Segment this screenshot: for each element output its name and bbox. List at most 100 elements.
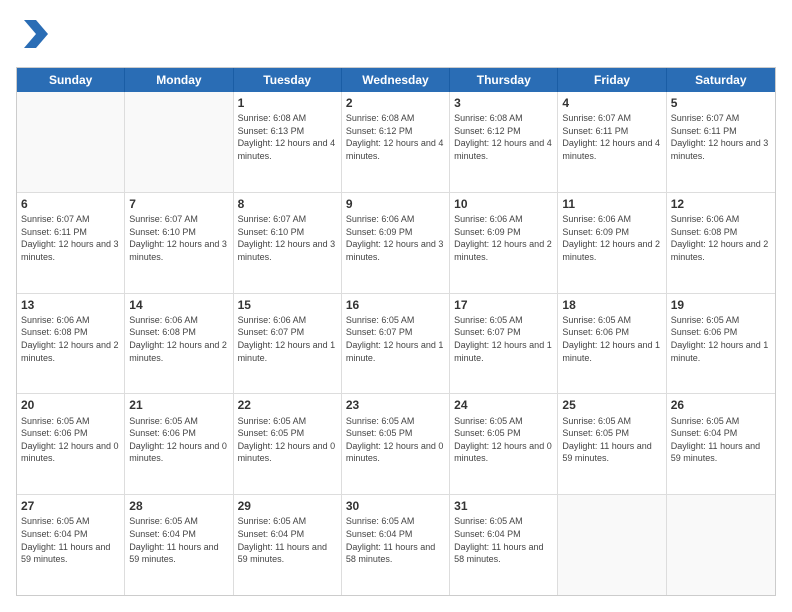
calendar-day-cell: 16Sunrise: 6:05 AM Sunset: 6:07 PM Dayli… xyxy=(342,294,450,394)
day-number: 19 xyxy=(671,297,771,313)
page: SundayMondayTuesdayWednesdayThursdayFrid… xyxy=(0,0,792,612)
day-number: 9 xyxy=(346,196,445,212)
day-number: 15 xyxy=(238,297,337,313)
day-info: Sunrise: 6:06 AM Sunset: 6:09 PM Dayligh… xyxy=(562,213,661,263)
day-info: Sunrise: 6:05 AM Sunset: 6:05 PM Dayligh… xyxy=(562,415,661,465)
calendar-row: 20 Sunrise: 6:05 AM Sunset: 6:06 PM Dayli… xyxy=(17,393,775,494)
day-number: 21 xyxy=(129,397,228,413)
day-number: 10 xyxy=(454,196,553,212)
logo xyxy=(16,16,56,57)
weekday-header: Monday xyxy=(125,68,233,92)
day-info: Sunrise: 6:05 AM Sunset: 6:06 PM Dayligh… xyxy=(562,314,661,364)
day-number: 31 xyxy=(454,498,553,514)
calendar-day-cell: 18Sunrise: 6:05 AM Sunset: 6:06 PM Dayli… xyxy=(558,294,666,394)
calendar-day-cell: 29Sunrise: 6:05 AM Sunset: 6:04 PM Dayli… xyxy=(234,495,342,595)
day-info: Sunrise: 6:08 AM Sunset: 6:12 PM Dayligh… xyxy=(346,112,445,162)
day-number: 26 xyxy=(671,397,771,413)
calendar-day-cell: 31Sunrise: 6:05 AM Sunset: 6:04 PM Dayli… xyxy=(450,495,558,595)
day-info: Sunrise: 6:06 AM Sunset: 6:09 PM Dayligh… xyxy=(346,213,445,263)
day-number: 13 xyxy=(21,297,120,313)
calendar-day-cell: 11Sunrise: 6:06 AM Sunset: 6:09 PM Dayli… xyxy=(558,193,666,293)
calendar-body: 1Sunrise: 6:08 AM Sunset: 6:13 PM Daylig… xyxy=(17,92,775,595)
day-number: 17 xyxy=(454,297,553,313)
calendar-day-cell: 19Sunrise: 6:05 AM Sunset: 6:06 PM Dayli… xyxy=(667,294,775,394)
calendar-day-cell: 4Sunrise: 6:07 AM Sunset: 6:11 PM Daylig… xyxy=(558,92,666,192)
day-number: 2 xyxy=(346,95,445,111)
weekday-header: Wednesday xyxy=(342,68,450,92)
calendar-day-cell: 7Sunrise: 6:07 AM Sunset: 6:10 PM Daylig… xyxy=(125,193,233,293)
logo-icon xyxy=(16,16,52,52)
calendar-day-cell: 24 Sunrise: 6:05 AM Sunset: 6:05 PM Dayli… xyxy=(450,394,558,494)
day-info: Sunrise: 6:05 AM Sunset: 6:04 PM Dayligh… xyxy=(454,515,553,565)
calendar-day-cell: 9Sunrise: 6:06 AM Sunset: 6:09 PM Daylig… xyxy=(342,193,450,293)
calendar-day-cell: 8Sunrise: 6:07 AM Sunset: 6:10 PM Daylig… xyxy=(234,193,342,293)
calendar-day-cell: 28Sunrise: 6:05 AM Sunset: 6:04 PM Dayli… xyxy=(125,495,233,595)
calendar: SundayMondayTuesdayWednesdayThursdayFrid… xyxy=(16,67,776,596)
day-number: 8 xyxy=(238,196,337,212)
day-info: Sunrise: 6:08 AM Sunset: 6:13 PM Dayligh… xyxy=(238,112,337,162)
calendar-empty-cell xyxy=(558,495,666,595)
day-number: 1 xyxy=(238,95,337,111)
weekday-header: Thursday xyxy=(450,68,558,92)
day-info: Sunrise: 6:07 AM Sunset: 6:11 PM Dayligh… xyxy=(671,112,771,162)
day-number: 20 xyxy=(21,397,120,413)
calendar-row: 27Sunrise: 6:05 AM Sunset: 6:04 PM Dayli… xyxy=(17,494,775,595)
day-info: Sunrise: 6:05 AM Sunset: 6:04 PM Dayligh… xyxy=(129,515,228,565)
day-info: Sunrise: 6:06 AM Sunset: 6:08 PM Dayligh… xyxy=(21,314,120,364)
day-number: 16 xyxy=(346,297,445,313)
calendar-day-cell: 3Sunrise: 6:08 AM Sunset: 6:12 PM Daylig… xyxy=(450,92,558,192)
weekday-header: Friday xyxy=(558,68,666,92)
day-number: 23 xyxy=(346,397,445,413)
day-info: Sunrise: 6:06 AM Sunset: 6:08 PM Dayligh… xyxy=(129,314,228,364)
day-number: 3 xyxy=(454,95,553,111)
day-info: Sunrise: 6:05 AM Sunset: 6:06 PM Dayligh… xyxy=(21,415,120,465)
day-info: Sunrise: 6:05 AM Sunset: 6:05 PM Dayligh… xyxy=(238,415,337,465)
calendar-day-cell: 20 Sunrise: 6:05 AM Sunset: 6:06 PM Dayli… xyxy=(17,394,125,494)
calendar-empty-cell xyxy=(17,92,125,192)
day-info: Sunrise: 6:08 AM Sunset: 6:12 PM Dayligh… xyxy=(454,112,553,162)
calendar-day-cell: 13Sunrise: 6:06 AM Sunset: 6:08 PM Dayli… xyxy=(17,294,125,394)
day-number: 29 xyxy=(238,498,337,514)
day-info: Sunrise: 6:05 AM Sunset: 6:07 PM Dayligh… xyxy=(454,314,553,364)
weekday-header: Sunday xyxy=(17,68,125,92)
calendar-day-cell: 14Sunrise: 6:06 AM Sunset: 6:08 PM Dayli… xyxy=(125,294,233,394)
day-info: Sunrise: 6:06 AM Sunset: 6:08 PM Dayligh… xyxy=(671,213,771,263)
day-number: 6 xyxy=(21,196,120,212)
day-info: Sunrise: 6:07 AM Sunset: 6:10 PM Dayligh… xyxy=(238,213,337,263)
day-number: 30 xyxy=(346,498,445,514)
day-number: 18 xyxy=(562,297,661,313)
day-number: 28 xyxy=(129,498,228,514)
day-info: Sunrise: 6:05 AM Sunset: 6:04 PM Dayligh… xyxy=(671,415,771,465)
calendar-day-cell: 5Sunrise: 6:07 AM Sunset: 6:11 PM Daylig… xyxy=(667,92,775,192)
day-number: 4 xyxy=(562,95,661,111)
calendar-day-cell: 6Sunrise: 6:07 AM Sunset: 6:11 PM Daylig… xyxy=(17,193,125,293)
day-info: Sunrise: 6:05 AM Sunset: 6:05 PM Dayligh… xyxy=(454,415,553,465)
calendar-day-cell: 25 Sunrise: 6:05 AM Sunset: 6:05 PM Dayli… xyxy=(558,394,666,494)
day-number: 12 xyxy=(671,196,771,212)
day-info: Sunrise: 6:05 AM Sunset: 6:06 PM Dayligh… xyxy=(129,415,228,465)
calendar-empty-cell xyxy=(125,92,233,192)
weekday-header: Tuesday xyxy=(234,68,342,92)
calendar-day-cell: 23 Sunrise: 6:05 AM Sunset: 6:05 PM Dayli… xyxy=(342,394,450,494)
day-info: Sunrise: 6:05 AM Sunset: 6:05 PM Dayligh… xyxy=(346,415,445,465)
calendar-day-cell: 10Sunrise: 6:06 AM Sunset: 6:09 PM Dayli… xyxy=(450,193,558,293)
day-number: 27 xyxy=(21,498,120,514)
day-info: Sunrise: 6:05 AM Sunset: 6:04 PM Dayligh… xyxy=(238,515,337,565)
calendar-empty-cell xyxy=(667,495,775,595)
day-number: 7 xyxy=(129,196,228,212)
day-number: 25 xyxy=(562,397,661,413)
calendar-day-cell: 2Sunrise: 6:08 AM Sunset: 6:12 PM Daylig… xyxy=(342,92,450,192)
header xyxy=(16,16,776,57)
day-info: Sunrise: 6:06 AM Sunset: 6:09 PM Dayligh… xyxy=(454,213,553,263)
day-info: Sunrise: 6:05 AM Sunset: 6:06 PM Dayligh… xyxy=(671,314,771,364)
weekday-header: Saturday xyxy=(667,68,775,92)
calendar-day-cell: 27Sunrise: 6:05 AM Sunset: 6:04 PM Dayli… xyxy=(17,495,125,595)
calendar-day-cell: 17Sunrise: 6:05 AM Sunset: 6:07 PM Dayli… xyxy=(450,294,558,394)
day-info: Sunrise: 6:05 AM Sunset: 6:07 PM Dayligh… xyxy=(346,314,445,364)
day-number: 24 xyxy=(454,397,553,413)
calendar-day-cell: 21 Sunrise: 6:05 AM Sunset: 6:06 PM Dayli… xyxy=(125,394,233,494)
calendar-day-cell: 30Sunrise: 6:05 AM Sunset: 6:04 PM Dayli… xyxy=(342,495,450,595)
calendar-day-cell: 15Sunrise: 6:06 AM Sunset: 6:07 PM Dayli… xyxy=(234,294,342,394)
day-info: Sunrise: 6:05 AM Sunset: 6:04 PM Dayligh… xyxy=(21,515,120,565)
day-info: Sunrise: 6:05 AM Sunset: 6:04 PM Dayligh… xyxy=(346,515,445,565)
